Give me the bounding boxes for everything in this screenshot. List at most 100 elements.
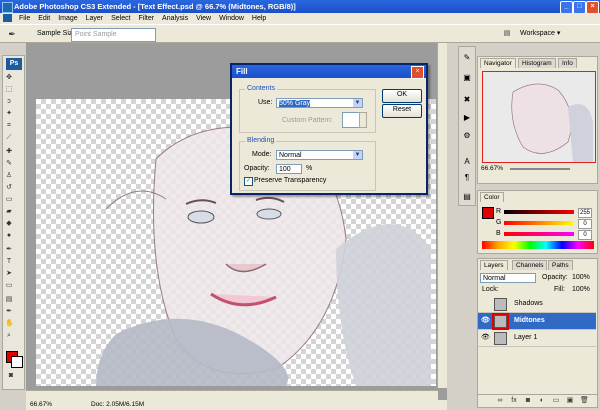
sample-size-select[interactable]: Point Sample [71, 28, 156, 42]
workspace-label: Workspace [520, 30, 555, 37]
color-g-value[interactable]: 0 [578, 219, 592, 229]
window-title: Adobe Photoshop CS3 Extended - [Text Eff… [14, 2, 296, 11]
lasso-tool-icon[interactable]: ↄ [5, 98, 13, 106]
magic-wand-tool-icon[interactable]: ✦ [5, 110, 13, 118]
tab-info[interactable]: Info [558, 58, 577, 68]
color-b-value[interactable]: 0 [578, 230, 592, 240]
history-icon[interactable]: ✖ [462, 95, 472, 105]
tool-presets-icon[interactable]: ▣ [462, 73, 472, 83]
new-layer-icon[interactable]: ▣ [566, 397, 574, 405]
tab-navigator[interactable]: Navigator [480, 58, 516, 68]
path-selection-tool-icon[interactable]: ➤ [5, 270, 13, 278]
adjustment-layer-icon[interactable]: ◐ [538, 397, 546, 405]
workspace-menu[interactable]: Workspace ▾ [520, 29, 560, 37]
menu-view[interactable]: View [193, 13, 214, 24]
color-spectrum-bar[interactable] [482, 241, 594, 249]
notes-tool-icon[interactable]: ▤ [5, 296, 13, 304]
character-icon[interactable]: A [462, 157, 472, 167]
navigator-panel: Navigator Histogram Info 66.67% [477, 56, 598, 184]
background-color-swatch[interactable] [11, 356, 23, 368]
menu-bar: File Edit Image Layer Select Filter Anal… [0, 13, 600, 24]
opacity-unit: % [306, 165, 313, 172]
trash-icon[interactable]: 🗑 [580, 397, 589, 405]
history-brush-tool-icon[interactable]: ↺ [5, 184, 13, 192]
mode-select[interactable]: Normal ▼ [276, 150, 363, 160]
tab-histogram[interactable]: Histogram [518, 58, 556, 68]
actions-icon[interactable]: ▶ [462, 113, 472, 123]
ok-button[interactable]: OK [382, 89, 422, 103]
tab-layers[interactable]: Layers [480, 260, 508, 270]
color-fg-swatch[interactable] [482, 207, 494, 219]
healing-brush-tool-icon[interactable]: ✚ [5, 148, 13, 156]
horizontal-scrollbar[interactable] [26, 390, 438, 400]
use-select[interactable]: 50% Gray ▼ [276, 98, 363, 108]
layer-row[interactable]: Shadows [478, 296, 596, 313]
menu-help[interactable]: Help [249, 13, 269, 24]
crop-tool-icon[interactable]: ⌗ [5, 122, 13, 130]
color-b-slider[interactable] [504, 232, 574, 236]
tab-channels[interactable]: Channels [512, 260, 548, 270]
menu-file[interactable]: File [16, 13, 33, 24]
layer-row-selected[interactable]: 👁 Midtones [478, 313, 596, 330]
navigator-view-box[interactable] [482, 71, 596, 163]
layer-comps-icon[interactable]: ▤ [462, 192, 472, 202]
blur-tool-icon[interactable]: ◆ [5, 220, 13, 228]
blend-mode-select[interactable]: Normal [480, 273, 536, 283]
ps-menu-icon[interactable] [3, 14, 12, 23]
eraser-tool-icon[interactable]: ▭ [5, 196, 13, 204]
layer-style-icon[interactable]: fx [510, 397, 518, 405]
new-group-icon[interactable]: ▭ [552, 397, 560, 405]
slice-tool-icon[interactable]: ⟋ [5, 134, 13, 142]
menu-select[interactable]: Select [108, 13, 133, 24]
color-panel: Color R 255 G 0 B 0 [477, 190, 598, 254]
menu-image[interactable]: Image [55, 13, 80, 24]
zoom-tool-icon[interactable]: ⌕ [5, 332, 13, 340]
color-r-slider[interactable] [504, 210, 574, 214]
opacity-input[interactable]: 100 [276, 164, 302, 174]
paragraph-icon[interactable]: ¶ [462, 173, 472, 183]
preserve-transparency-checkbox[interactable]: ✓ [244, 177, 253, 186]
menu-window[interactable]: Window [216, 13, 247, 24]
status-zoom[interactable]: 66.67% [30, 400, 52, 410]
clone-source-icon[interactable]: ⚙ [462, 131, 472, 141]
menu-edit[interactable]: Edit [35, 13, 53, 24]
dialog-close-button[interactable]: × [411, 66, 424, 79]
quick-mask-icon[interactable]: ◙ [7, 372, 15, 380]
move-tool-icon[interactable]: ✥ [5, 74, 13, 82]
type-tool-icon[interactable]: T [5, 258, 13, 266]
eye-icon[interactable]: 👁 [481, 334, 490, 341]
dodge-tool-icon[interactable]: ● [5, 232, 13, 240]
shape-tool-icon[interactable]: ▭ [5, 282, 13, 290]
menu-filter[interactable]: Filter [136, 13, 158, 24]
layer-opacity-value[interactable]: 100% [572, 274, 590, 281]
layer-row[interactable]: 👁 Layer 1 [478, 330, 596, 347]
clone-stamp-tool-icon[interactable]: ♙ [5, 172, 13, 180]
status-doc-size: Doc: 2.05M/6.15M [91, 401, 145, 408]
tab-color[interactable]: Color [480, 192, 504, 202]
reset-button[interactable]: Reset [382, 104, 422, 118]
layer-mask-icon[interactable]: ◙ [524, 397, 532, 405]
navigator-zoom-slider[interactable] [510, 168, 570, 170]
eyedropper-tool-icon-2[interactable]: ✒ [5, 308, 13, 316]
menu-analysis[interactable]: Analysis [159, 13, 191, 24]
status-bar: 66.67% Doc: 2.05M/6.15M [26, 400, 447, 410]
hand-tool-icon[interactable]: ✋ [5, 320, 14, 328]
vertical-scrollbar[interactable] [437, 43, 447, 388]
link-layers-icon[interactable]: ∞ [496, 397, 504, 405]
palette-well-icon[interactable]: ▤ [503, 30, 511, 38]
eyedropper-tool-icon[interactable]: ✒ [8, 30, 16, 39]
navigator-zoom[interactable]: 66.67% [481, 165, 503, 172]
eye-icon[interactable]: 👁 [481, 317, 490, 324]
color-g-slider[interactable] [504, 221, 574, 225]
brush-tool-icon[interactable]: ✎ [5, 160, 13, 168]
color-b-label: B [496, 230, 501, 237]
tab-paths[interactable]: Paths [548, 260, 573, 270]
menu-layer[interactable]: Layer [83, 13, 107, 24]
fill-value[interactable]: 100% [572, 286, 590, 293]
gradient-tool-icon[interactable]: ▰ [5, 208, 13, 216]
marquee-tool-icon[interactable]: ⬚ [5, 86, 13, 94]
color-r-value[interactable]: 255 [578, 208, 592, 218]
color-r-label: R [496, 208, 502, 215]
brushes-icon[interactable]: ✎ [462, 53, 472, 63]
pen-tool-icon[interactable]: ✒ [5, 246, 13, 254]
